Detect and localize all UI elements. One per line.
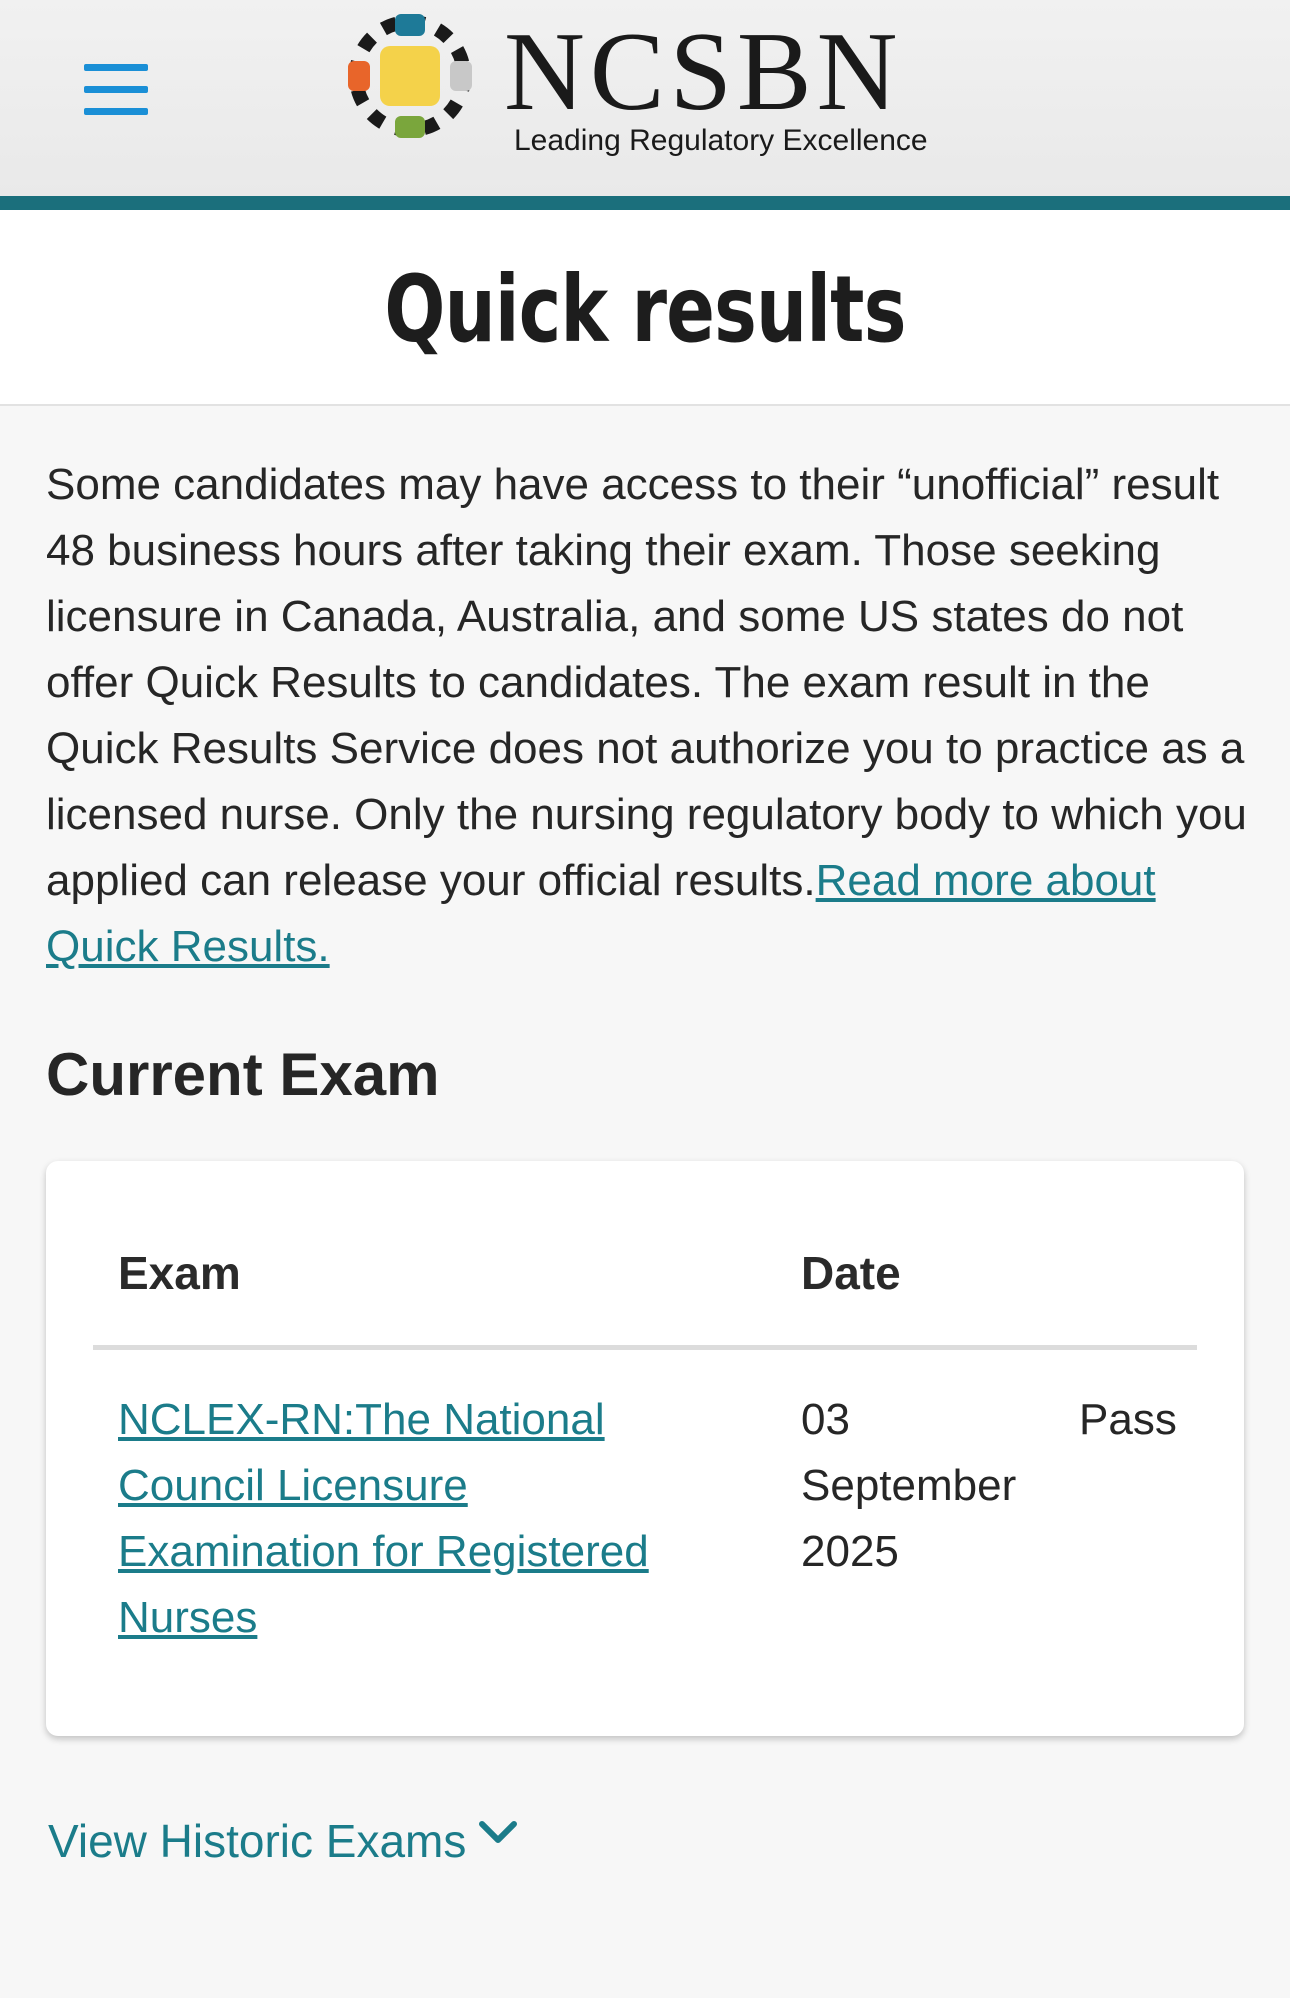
logo-tagline: Leading Regulatory Excellence — [514, 124, 928, 157]
intro-paragraph: Some candidates may have access to their… — [46, 452, 1256, 980]
exam-result-cell: Pass — [1079, 1395, 1177, 1444]
header-accent-bar — [0, 196, 1290, 210]
menu-line — [84, 86, 148, 93]
intro-text: Some candidates may have access to their… — [46, 460, 1247, 905]
top-header: NCSBN Leading Regulatory Excellence — [0, 0, 1290, 196]
column-header-date: Date — [801, 1247, 901, 1299]
exam-results-card: Exam Date NCLEX-RN:The National Council … — [46, 1161, 1244, 1736]
logo-wordmark: NCSBN — [504, 10, 903, 134]
exam-date-cell: 03 September 2025 — [801, 1395, 1017, 1576]
chevron-down-icon[interactable] — [478, 1818, 518, 1848]
column-header-exam: Exam — [118, 1247, 241, 1299]
table-divider — [93, 1345, 1197, 1350]
current-exam-heading: Current Exam — [46, 1041, 440, 1108]
hamburger-menu-icon[interactable] — [84, 62, 148, 118]
page-title: Quick results — [384, 256, 906, 363]
menu-line — [84, 64, 148, 71]
ncsbn-logo-mark-icon — [348, 14, 472, 138]
exam-name-link[interactable]: NCLEX-RN:The National Council Licensure … — [118, 1395, 649, 1642]
ncsbn-logo[interactable]: NCSBN Leading Regulatory Excellence — [340, 6, 960, 157]
exam-name-cell: NCLEX-RN:The National Council Licensure … — [118, 1387, 718, 1651]
menu-line — [84, 108, 148, 115]
view-historic-exams-link[interactable]: View Historic Exams — [48, 1808, 466, 1874]
title-band: Quick results — [0, 210, 1290, 406]
